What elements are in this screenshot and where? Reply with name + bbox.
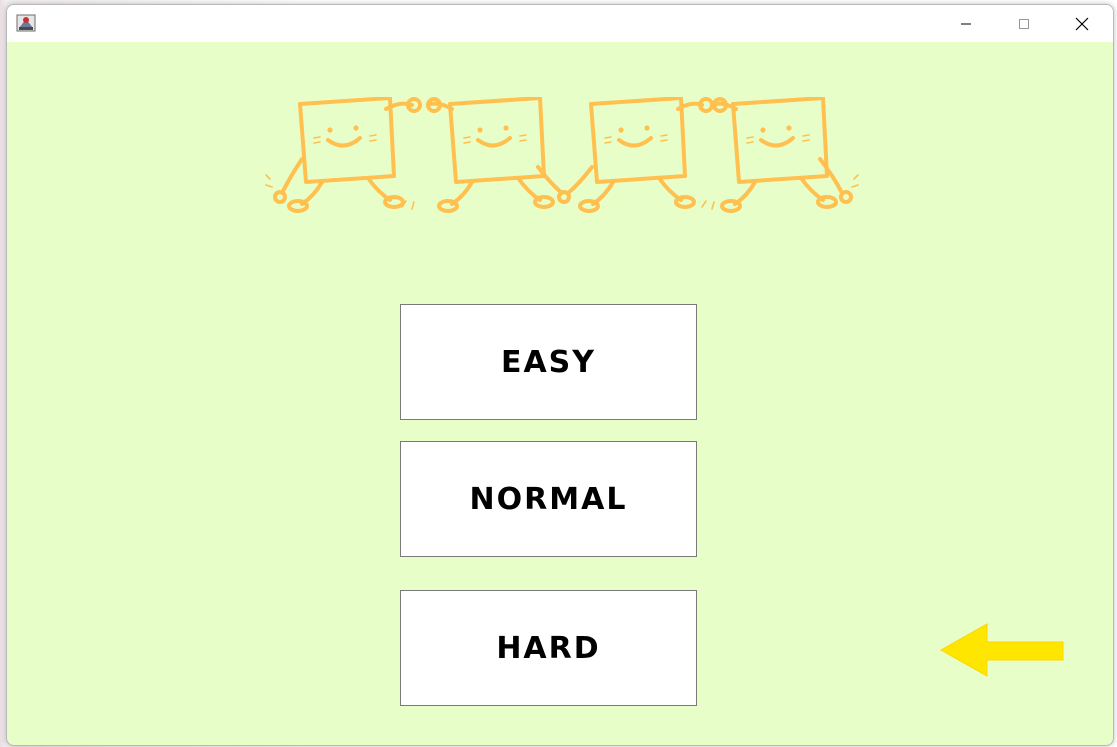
minimize-button[interactable] [938,5,994,42]
close-button[interactable] [1054,5,1110,42]
game-menu-area: EASY NORMAL HARD [7,42,1113,745]
normal-button[interactable]: NORMAL [400,441,697,557]
maximize-icon [1019,18,1029,29]
maximize-button[interactable] [996,5,1052,42]
dancing-squares-illustration [265,97,859,213]
title-bar[interactable] [7,5,1113,42]
easy-button[interactable]: EASY [400,304,697,420]
close-icon [1075,17,1089,30]
left-arrow-icon[interactable] [939,622,1065,678]
app-window: EASY NORMAL HARD [6,4,1114,746]
minimize-icon [961,23,971,24]
hard-button[interactable]: HARD [400,590,697,706]
java-app-icon [16,14,36,32]
